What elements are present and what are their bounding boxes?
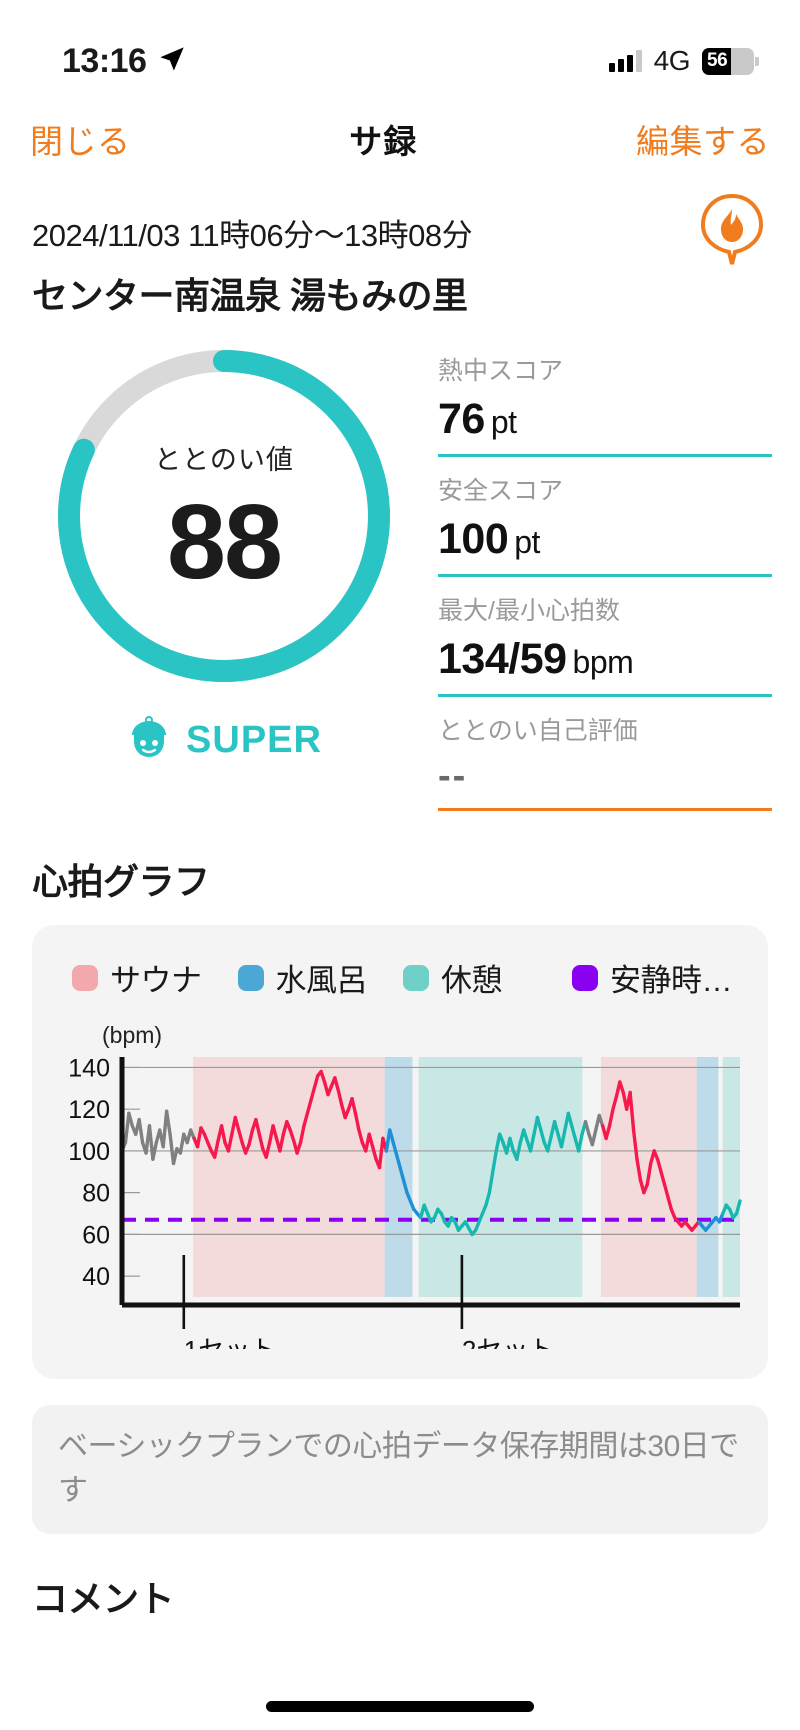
stat-underline <box>438 694 772 697</box>
stat-unit: bpm <box>572 644 634 680</box>
svg-text:60: 60 <box>82 1221 110 1249</box>
network-type-label: 4G <box>653 45 691 76</box>
plan-notice: ベーシックプランでの心拍データ保存期間は30日です <box>32 1405 768 1534</box>
totonoi-ring: ととのい値 88 <box>49 341 399 691</box>
legend-item-rest: 休憩 <box>403 955 503 1000</box>
legend-label: サウナ <box>110 963 202 998</box>
stat-underline <box>438 454 772 457</box>
legend-swatch-resting-hr <box>572 964 598 991</box>
heart-rate-section-title: 心拍グラフ <box>32 861 210 902</box>
legend-item-sauna: サウナ <box>72 955 202 1000</box>
session-datetime: 2024/11/03 11時06分〜13時08分 <box>32 218 473 253</box>
stat-underline <box>438 808 772 811</box>
rank-label: SUPER <box>186 719 322 761</box>
chart-plot-area: (bpm) 140 120 100 80 60 40 1セット 2セット <box>50 1022 750 1349</box>
svg-text:1セット: 1セット <box>184 1335 276 1349</box>
ring-value: 88 <box>167 482 283 601</box>
battery-percent: 56 <box>707 50 728 71</box>
flame-pin-icon[interactable] <box>696 192 768 268</box>
ring-label: ととのい値 <box>154 444 294 475</box>
status-bar-right: 4G 56 <box>608 45 759 77</box>
home-indicator[interactable] <box>266 1701 534 1712</box>
heart-rate-chart-card: サウナ 水風呂 休憩 安静時… (bpm) 140 120 100 80 60 40 1セッ… <box>32 925 768 1379</box>
stat-unit: pt <box>514 524 540 560</box>
summary-section: ととのい値 88 SUPER 熱中スコア 76 pt 安全スコア 100 pt … <box>0 319 800 825</box>
svg-text:40: 40 <box>82 1263 110 1291</box>
status-bar: 13:16 4G 56 <box>0 0 800 96</box>
comment-section-title: コメント <box>32 1578 175 1619</box>
nav-bar: 閉じる サ録 編集する <box>0 96 800 182</box>
stat-max-min-hr: 最大/最小心拍数 134/59 bpm <box>438 591 772 697</box>
legend-label: 水風呂 <box>275 963 368 998</box>
svg-text:2セット: 2セット <box>462 1335 554 1349</box>
stat-heat-score: 熱中スコア 76 pt <box>438 351 772 457</box>
svg-text:100: 100 <box>68 1138 110 1166</box>
stat-underline <box>438 574 772 577</box>
stat-label: 熱中スコア <box>438 357 564 385</box>
legend-swatch-rest <box>403 964 429 991</box>
rank-badge: SUPER <box>126 715 322 766</box>
location-arrow-icon <box>158 45 186 78</box>
close-button[interactable]: 閉じる <box>30 115 131 163</box>
stat-self-rating[interactable]: ととのい自己評価 -- <box>438 711 772 811</box>
edit-button[interactable]: 編集する <box>636 115 770 163</box>
legend-item-coldbath: 水風呂 <box>237 955 368 1000</box>
status-time: 13:16 <box>62 41 147 80</box>
record-header: 2024/11/03 11時06分〜13時08分 センター南温泉 湯もみの里 <box>0 182 800 319</box>
legend-swatch-sauna <box>72 964 98 991</box>
score-ring-column: ととのい値 88 SUPER <box>28 341 420 825</box>
status-bar-left: 13:16 <box>62 42 186 81</box>
stat-label: ととのい自己評価 <box>438 717 638 745</box>
legend-swatch-coldbath <box>237 964 264 991</box>
y-axis-unit-label: (bpm) <box>102 1022 163 1048</box>
heart-rate-line-chart: 140 120 100 80 60 40 1セット 2セット <box>68 1054 742 1349</box>
legend-label: 安静時… <box>610 963 733 998</box>
chart-legend: サウナ 水風呂 休憩 安静時… <box>50 951 750 1000</box>
stat-value[interactable]: -- <box>438 747 772 808</box>
stat-label: 最大/最小心拍数 <box>438 597 620 625</box>
stat-value: 76 pt <box>438 387 772 454</box>
battery-icon: 56 <box>702 47 759 75</box>
stats-column: 熱中スコア 76 pt 安全スコア 100 pt 最大/最小心拍数 134/59 bp… <box>420 341 772 825</box>
stat-number: 100 <box>438 515 509 563</box>
stat-value: 134/59 bpm <box>438 627 772 694</box>
legend-label: 休憩 <box>441 963 503 998</box>
stat-value: 100 pt <box>438 507 772 574</box>
cellular-bars-icon <box>608 50 642 72</box>
stat-number: 134/59 <box>438 635 567 683</box>
ring-center-content: ととのい値 88 <box>49 341 399 691</box>
venue-name: センター南温泉 湯もみの里 <box>32 275 468 316</box>
svg-text:140: 140 <box>68 1054 110 1082</box>
sauna-hat-face-icon <box>126 715 172 766</box>
stat-unit: pt <box>490 404 517 440</box>
stat-label: 安全スコア <box>438 477 564 505</box>
stat-safety-score: 安全スコア 100 pt <box>438 471 772 577</box>
svg-text:80: 80 <box>82 1180 110 1208</box>
stat-number: 76 <box>438 395 485 443</box>
svg-text:120: 120 <box>68 1096 110 1124</box>
legend-item-resting-hr: 安静時… <box>572 955 733 1000</box>
page-title: サ録 <box>349 123 418 160</box>
